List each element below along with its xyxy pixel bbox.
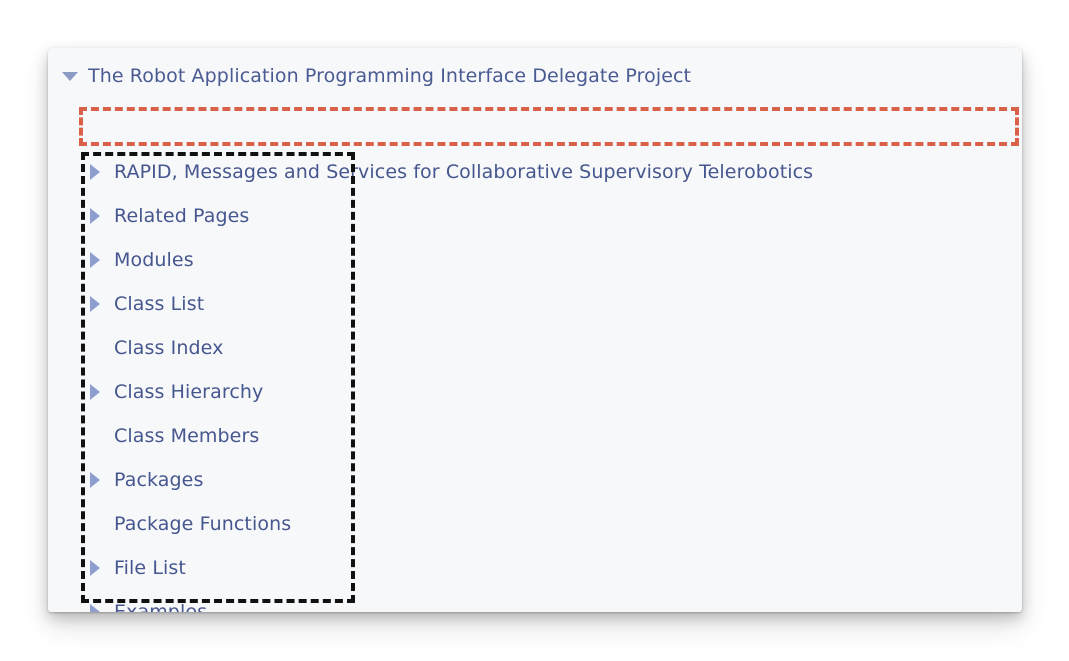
tree-item-class-hierarchy[interactable]: Class Hierarchy xyxy=(84,370,263,414)
tree-root-item[interactable]: The Robot Application Programming Interf… xyxy=(58,54,691,98)
triangle-right-icon[interactable] xyxy=(84,590,108,612)
tree-item-label: Examples xyxy=(114,601,208,612)
tree-item-class-index[interactable]: Class Index xyxy=(84,326,223,370)
no-twisty-spacer xyxy=(84,326,108,370)
triangle-down-icon[interactable] xyxy=(58,54,82,98)
tree-item-package-functions[interactable]: Package Functions xyxy=(84,502,291,546)
tree-item-label: Class Index xyxy=(114,337,224,359)
tree-item-packages[interactable]: Packages xyxy=(84,458,203,502)
tree-item-label: Related Pages xyxy=(114,205,250,227)
tree-item-modules[interactable]: Modules xyxy=(84,238,194,282)
triangle-right-icon[interactable] xyxy=(84,458,108,502)
triangle-right-icon[interactable] xyxy=(84,194,108,238)
triangle-right-icon[interactable] xyxy=(84,370,108,414)
tree-item-label: Class List xyxy=(114,293,205,315)
no-twisty-spacer xyxy=(84,502,108,546)
tree-item-related-pages[interactable]: Related Pages xyxy=(84,194,249,238)
tree-item-examples[interactable]: Examples xyxy=(84,590,207,612)
tree-root-label: The Robot Application Programming Interf… xyxy=(88,65,692,87)
triangle-right-icon[interactable] xyxy=(84,150,108,194)
tree-item-rapid[interactable]: RAPID, Messages and Services for Collabo… xyxy=(84,150,813,194)
tree-item-label: Class Hierarchy xyxy=(114,381,264,403)
tree-item-label: Modules xyxy=(114,249,194,271)
tree-item-label: Package Functions xyxy=(114,513,292,535)
triangle-right-icon[interactable] xyxy=(84,238,108,282)
tree-item-label: Class Members xyxy=(114,425,260,447)
tree-item-file-list[interactable]: File List xyxy=(84,546,186,590)
tree-item-class-members[interactable]: Class Members xyxy=(84,414,259,458)
no-twisty-spacer xyxy=(84,414,108,458)
tree-item-class-list[interactable]: Class List xyxy=(84,282,204,326)
documentation-navigation-panel: The Robot Application Programming Interf… xyxy=(48,48,1022,612)
navigation-tree: The Robot Application Programming Interf… xyxy=(48,48,1022,612)
tree-item-label: Packages xyxy=(114,469,204,491)
tree-item-label: RAPID, Messages and Services for Collabo… xyxy=(114,161,814,183)
triangle-right-icon[interactable] xyxy=(84,546,108,590)
tree-item-label: File List xyxy=(114,557,186,579)
triangle-right-icon[interactable] xyxy=(84,282,108,326)
